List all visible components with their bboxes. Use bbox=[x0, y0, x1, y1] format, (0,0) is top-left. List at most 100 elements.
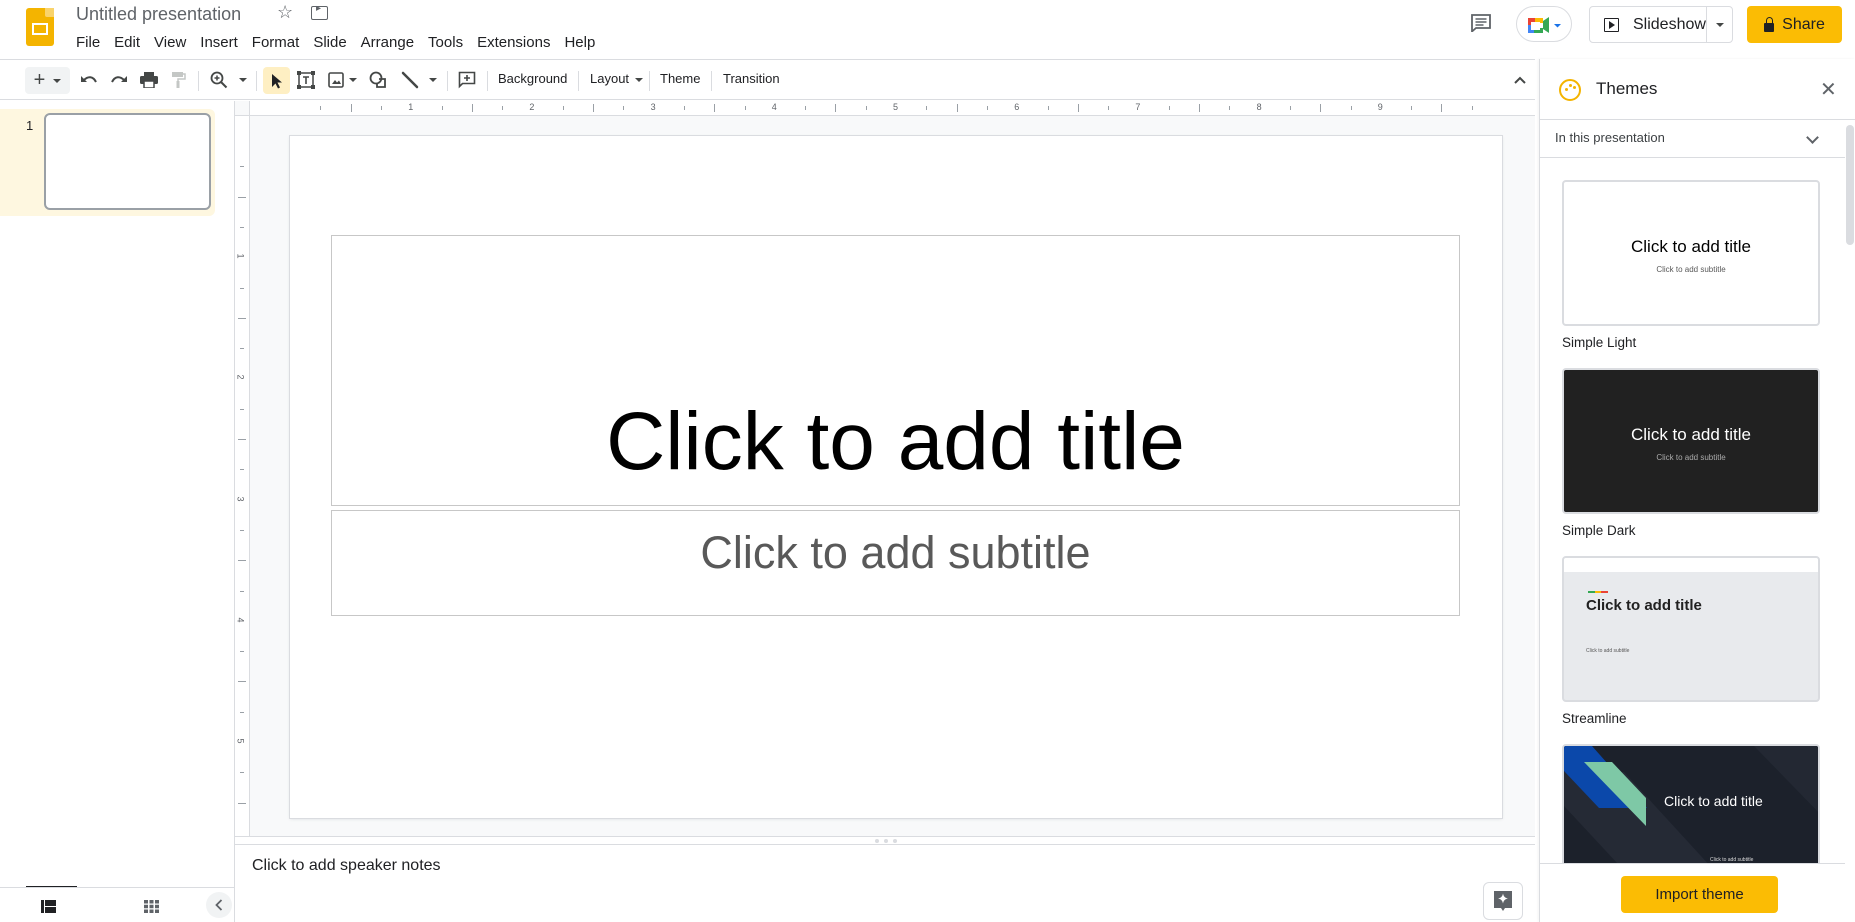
menu-slide[interactable]: Slide bbox=[306, 33, 353, 53]
redo-button[interactable] bbox=[107, 68, 131, 92]
themes-filter-dropdown[interactable]: In this presentation bbox=[1540, 120, 1845, 158]
notes-resize-handle[interactable] bbox=[235, 836, 1535, 845]
caret-down-icon bbox=[634, 77, 643, 82]
title-placeholder-text: Click to add title bbox=[606, 396, 1185, 487]
ruler-tick bbox=[956, 104, 958, 112]
theme-button[interactable]: Theme bbox=[660, 71, 700, 86]
move-to-folder-icon[interactable] bbox=[311, 3, 328, 20]
ruler-tick bbox=[240, 287, 244, 289]
undo-button[interactable] bbox=[77, 68, 101, 92]
speaker-notes-placeholder: Click to add speaker notes bbox=[252, 857, 441, 874]
caret-down-icon bbox=[53, 78, 62, 83]
add-comment-button[interactable] bbox=[455, 68, 479, 92]
ruler-tick bbox=[1077, 104, 1079, 112]
menu-arrange[interactable]: Arrange bbox=[354, 33, 421, 53]
theme-streamline[interactable]: Click to add title Click to add subtitle… bbox=[1562, 556, 1820, 726]
image-dropdown[interactable] bbox=[347, 68, 359, 92]
sparkle-icon bbox=[1494, 891, 1512, 911]
text-box-button[interactable] bbox=[294, 68, 318, 92]
theme-simple-dark[interactable]: Click to add title Click to add subtitle… bbox=[1562, 368, 1820, 538]
ruler-tick bbox=[238, 439, 246, 440]
filmstrip-slide-1[interactable]: 1 bbox=[0, 109, 215, 216]
share-button[interactable]: Share bbox=[1747, 6, 1842, 43]
horizontal-ruler[interactable]: 1 2 3 4 5 6 7 8 9 bbox=[250, 101, 1535, 116]
ruler-tick bbox=[805, 106, 807, 110]
background-button[interactable]: Background bbox=[498, 71, 567, 86]
star-icon[interactable]: ☆ bbox=[277, 2, 293, 23]
ruler-tick bbox=[240, 529, 244, 531]
shape-icon bbox=[369, 71, 386, 88]
ruler-label: 9 bbox=[1377, 102, 1383, 112]
insert-image-button[interactable] bbox=[325, 68, 347, 92]
slideshow-dropdown-button[interactable] bbox=[1707, 7, 1732, 42]
speaker-notes[interactable]: Click to add speaker notes bbox=[235, 845, 1535, 922]
theme-preview-subtitle: Click to add subtitle bbox=[1656, 265, 1726, 274]
caret-down-icon bbox=[239, 78, 247, 82]
new-slide-button[interactable]: + bbox=[25, 67, 70, 94]
zoom-button[interactable] bbox=[207, 68, 231, 92]
themes-scrollbar[interactable] bbox=[1846, 125, 1854, 245]
ruler-tick bbox=[238, 681, 246, 683]
ruler-label: 3 bbox=[650, 102, 656, 112]
theme-preview-title: Click to add title bbox=[1586, 597, 1702, 614]
ruler-tick bbox=[238, 802, 246, 804]
zoom-dropdown[interactable] bbox=[236, 68, 250, 92]
ruler-tick bbox=[240, 711, 244, 713]
toolbar: + Background Layout Theme Transition bbox=[0, 59, 1535, 100]
slide-canvas[interactable]: Click to add title Click to add subtitle bbox=[290, 136, 1502, 818]
ruler-label: 3 bbox=[235, 496, 246, 502]
grid-view-icon[interactable] bbox=[144, 900, 159, 913]
ruler-tick bbox=[1047, 106, 1049, 110]
layout-button[interactable]: Layout bbox=[590, 71, 643, 86]
menu-extensions[interactable]: Extensions bbox=[470, 33, 557, 53]
slide-thumbnail[interactable] bbox=[44, 113, 211, 210]
zoom-icon bbox=[210, 71, 228, 89]
ruler-tick bbox=[1350, 106, 1352, 110]
paint-format-button[interactable] bbox=[167, 68, 191, 92]
menu-view[interactable]: View bbox=[147, 33, 193, 53]
vertical-ruler[interactable]: 1 2 3 4 5 bbox=[235, 116, 250, 836]
close-icon[interactable]: ✕ bbox=[1820, 77, 1837, 102]
slideshow-label: Slideshow bbox=[1633, 15, 1706, 33]
ruler-tick bbox=[1441, 104, 1443, 112]
ruler-tick bbox=[926, 106, 928, 110]
menu-insert[interactable]: Insert bbox=[193, 33, 245, 53]
ruler-tick bbox=[593, 104, 594, 112]
document-title[interactable]: Untitled presentation bbox=[76, 4, 241, 25]
cursor-arrow-icon bbox=[271, 73, 282, 88]
slideshow-button-group: Slideshow bbox=[1589, 6, 1733, 43]
comments-icon[interactable] bbox=[1471, 14, 1491, 32]
menu-file[interactable]: File bbox=[76, 33, 107, 53]
collapse-filmstrip-button[interactable] bbox=[206, 892, 232, 918]
collapse-toolbar-button[interactable] bbox=[1510, 68, 1530, 92]
filmstrip-view-icon[interactable] bbox=[41, 900, 56, 913]
ruler-tick bbox=[714, 104, 716, 112]
meet-button[interactable] bbox=[1516, 6, 1572, 42]
slides-logo-icon[interactable] bbox=[26, 8, 54, 46]
ruler-label: 5 bbox=[235, 738, 246, 744]
ruler-tick bbox=[240, 469, 244, 471]
subtitle-placeholder-box[interactable]: Click to add subtitle bbox=[331, 510, 1460, 616]
ruler-tick bbox=[1289, 106, 1291, 110]
theme-simple-light[interactable]: Click to add title Click to add subtitle… bbox=[1562, 180, 1820, 350]
title-placeholder-box[interactable]: Click to add title bbox=[331, 235, 1460, 506]
theme-name: Streamline bbox=[1562, 711, 1627, 726]
menu-tools[interactable]: Tools bbox=[421, 33, 470, 53]
import-theme-button[interactable]: Import theme bbox=[1621, 876, 1778, 913]
theme-preview: Click to add title Click to add subtitle bbox=[1562, 556, 1820, 702]
gemini-assist-button[interactable] bbox=[1483, 882, 1523, 920]
shape-button[interactable] bbox=[366, 68, 390, 92]
ruler-tick bbox=[835, 104, 837, 112]
slideshow-button[interactable]: Slideshow bbox=[1590, 7, 1707, 42]
themes-header: Themes ✕ bbox=[1540, 59, 1855, 120]
line-button[interactable] bbox=[398, 68, 422, 92]
transition-button[interactable]: Transition bbox=[723, 71, 780, 86]
ruler-tick bbox=[240, 226, 244, 228]
menu-help[interactable]: Help bbox=[557, 33, 602, 53]
line-dropdown[interactable] bbox=[426, 68, 440, 92]
chevron-up-icon bbox=[1514, 76, 1526, 84]
select-tool-button[interactable] bbox=[263, 67, 290, 94]
print-button[interactable] bbox=[137, 68, 161, 92]
menu-edit[interactable]: Edit bbox=[107, 33, 147, 53]
menu-format[interactable]: Format bbox=[245, 33, 307, 53]
